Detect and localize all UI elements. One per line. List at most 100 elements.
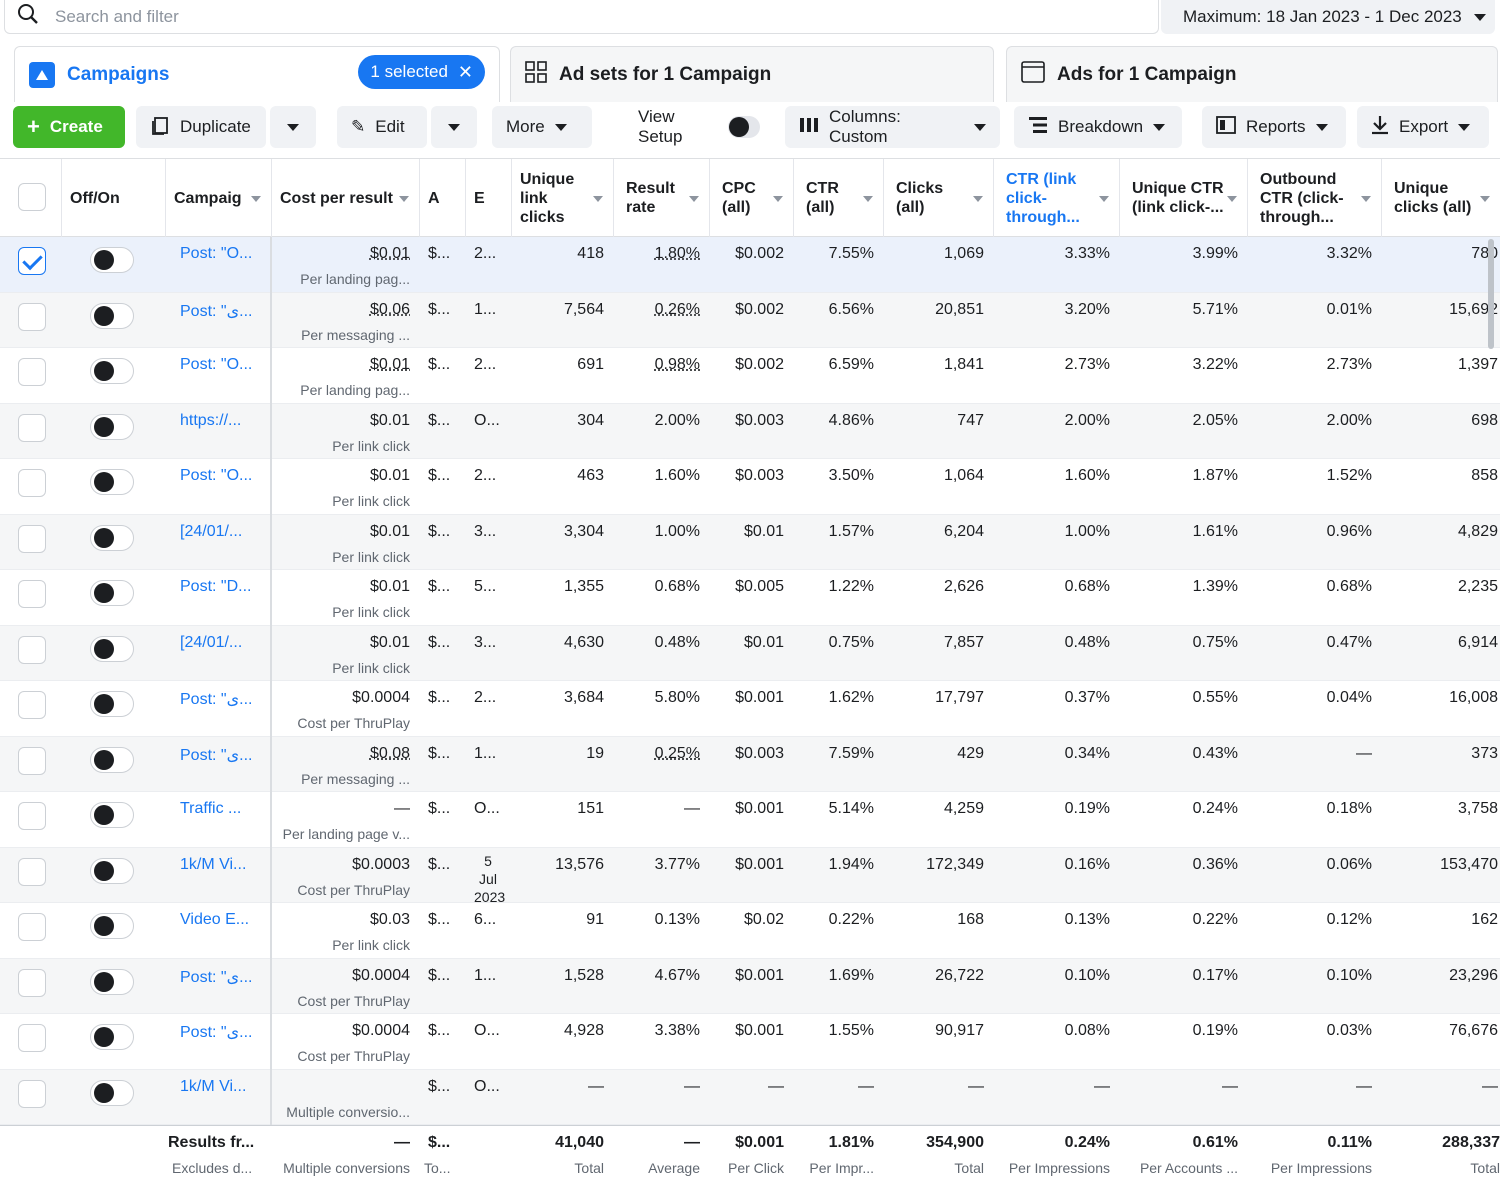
row-checkbox[interactable] xyxy=(18,969,46,997)
campaign-toggle[interactable] xyxy=(90,247,134,273)
table-row[interactable]: Post: "O... $0.01 Per landing pag... $... 2.… xyxy=(0,237,1500,293)
edit-dropdown[interactable] xyxy=(431,106,477,148)
table-row[interactable]: Traffic ... — Per landing page v... $... O..… xyxy=(0,792,1500,848)
campaign-name-link[interactable]: https://... xyxy=(180,412,260,430)
row-checkbox[interactable] xyxy=(18,858,46,886)
table-row[interactable]: Post: "D... $0.01 Per link click $... 5... 1,… xyxy=(0,570,1500,626)
campaign-name-link[interactable]: Post: "ی... xyxy=(180,1022,260,1042)
campaign-name-link[interactable]: 1k/M Vi... xyxy=(180,1078,260,1096)
table-row[interactable]: Video E... $0.03 Per link click $... 6... 91 0… xyxy=(0,903,1500,959)
table-row[interactable]: Post: "O... $0.01 Per link click $... 2... 46… xyxy=(0,459,1500,515)
row-checkbox[interactable] xyxy=(18,303,46,331)
duplicate-button[interactable]: Duplicate xyxy=(136,106,266,148)
col-header-cost-per-result[interactable]: Cost per result xyxy=(272,159,420,237)
reports-button[interactable]: Reports xyxy=(1202,106,1346,148)
campaign-name-link[interactable]: Post: "O... xyxy=(180,245,260,263)
col-header-offon[interactable]: Off/On xyxy=(62,159,166,237)
col-header-result-rate[interactable]: Result rate xyxy=(614,159,710,237)
search-input[interactable] xyxy=(53,6,653,28)
view-setup-toggle[interactable]: View Setup xyxy=(624,106,774,148)
campaign-toggle[interactable] xyxy=(90,414,134,440)
tab-adsets[interactable]: Ad sets for 1 Campaign xyxy=(510,46,994,102)
table-row[interactable]: [24/01/... $0.01 Per link click $... 3... 4,6… xyxy=(0,626,1500,682)
row-checkbox[interactable] xyxy=(18,580,46,608)
row-checkbox[interactable] xyxy=(18,414,46,442)
campaign-toggle[interactable] xyxy=(90,580,134,606)
campaign-toggle[interactable] xyxy=(90,358,134,384)
table-row[interactable]: Post: "ی... $0.06 Per messaging ... $... 1..… xyxy=(0,293,1500,349)
campaign-name-link[interactable]: Post: "D... xyxy=(180,578,260,596)
campaign-name-link[interactable]: Video E... xyxy=(180,911,260,929)
col-header-ends[interactable]: E xyxy=(466,159,512,237)
campaign-toggle[interactable] xyxy=(90,303,134,329)
tab-ads[interactable]: Ads for 1 Campaign xyxy=(1006,46,1498,102)
campaign-name-link[interactable]: 1k/M Vi... xyxy=(180,856,260,874)
table-row[interactable]: 1k/M Vi... Multiple conversio... $... O... —… xyxy=(0,1070,1500,1126)
campaign-toggle[interactable] xyxy=(90,525,134,551)
more-button[interactable]: More xyxy=(492,106,592,148)
select-all-checkbox[interactable] xyxy=(18,183,46,211)
table-row[interactable]: https://... $0.01 Per link click $... O... 30… xyxy=(0,404,1500,460)
campaign-name-link[interactable]: [24/01/... xyxy=(180,634,260,652)
campaign-name-link[interactable]: Post: "ی... xyxy=(180,689,260,709)
date-range-picker[interactable]: Maximum: 18 Jan 2023 - 1 Dec 2023 xyxy=(1161,0,1495,34)
campaign-name-link[interactable]: Traffic ... xyxy=(180,800,260,818)
table-row[interactable]: Post: "ی... $0.0004 Cost per ThruPlay $... O… xyxy=(0,1014,1500,1070)
columns-button[interactable]: Columns: Custom xyxy=(785,106,1000,148)
row-checkbox[interactable] xyxy=(18,247,46,275)
close-icon[interactable]: ✕ xyxy=(458,62,473,83)
row-checkbox[interactable] xyxy=(18,525,46,553)
row-checkbox[interactable] xyxy=(18,636,46,664)
breakdown-button[interactable]: Breakdown xyxy=(1014,106,1182,148)
campaign-name-link[interactable]: Post: "ی... xyxy=(180,301,260,321)
campaign-toggle[interactable] xyxy=(90,969,134,995)
table-row[interactable]: [24/01/... $0.01 Per link click $... 3... 3,3… xyxy=(0,515,1500,571)
table-row[interactable]: Post: "ی... $0.0004 Cost per ThruPlay $... 2… xyxy=(0,681,1500,737)
export-button[interactable]: Export xyxy=(1357,106,1489,148)
campaign-name-link[interactable]: Post: "ی... xyxy=(180,745,260,765)
table-row[interactable]: Post: "ی... $0.08 Per messaging ... $... 1..… xyxy=(0,737,1500,793)
table-row[interactable]: Post: "ی... $0.0004 Cost per ThruPlay $... 1… xyxy=(0,959,1500,1015)
table-row[interactable]: 1k/M Vi... $0.0003 Cost per ThruPlay $... 5 … xyxy=(0,848,1500,904)
edit-button[interactable]: ✎ Edit xyxy=(337,106,427,148)
row-checkbox[interactable] xyxy=(18,802,46,830)
row-checkbox[interactable] xyxy=(18,358,46,386)
campaign-toggle[interactable] xyxy=(90,469,134,495)
table-row[interactable]: Post: "O... $0.01 Per landing pag... $... 2.… xyxy=(0,348,1500,404)
campaign-toggle[interactable] xyxy=(90,802,134,828)
row-checkbox[interactable] xyxy=(18,913,46,941)
col-header-campaign[interactable]: Campaig xyxy=(166,159,272,237)
campaign-toggle[interactable] xyxy=(90,858,134,884)
campaign-name-link[interactable]: Post: "O... xyxy=(180,356,260,374)
campaign-toggle[interactable] xyxy=(90,1080,134,1106)
campaign-toggle[interactable] xyxy=(90,636,134,662)
row-checkbox[interactable] xyxy=(18,469,46,497)
campaign-toggle[interactable] xyxy=(90,1024,134,1050)
col-header-cpc[interactable]: CPC (all) xyxy=(710,159,794,237)
tab-campaigns[interactable]: Campaigns 1 selected ✕ xyxy=(14,46,500,102)
col-header-unique-ctr[interactable]: Unique CTR (link click-... xyxy=(1120,159,1248,237)
col-header-ctr[interactable]: CTR (all) xyxy=(794,159,884,237)
col-header-amount[interactable]: A xyxy=(420,159,466,237)
selected-pill[interactable]: 1 selected ✕ xyxy=(358,55,485,89)
campaign-name-link[interactable]: [24/01/... xyxy=(180,523,260,541)
campaign-toggle[interactable] xyxy=(90,691,134,717)
duplicate-dropdown[interactable] xyxy=(270,106,316,148)
col-header-ctr-link[interactable]: CTR (link click-through... xyxy=(994,159,1120,237)
campaign-toggle[interactable] xyxy=(90,913,134,939)
row-checkbox[interactable] xyxy=(18,691,46,719)
create-button[interactable]: + Create xyxy=(13,106,125,148)
col-header-unique-clicks[interactable]: Unique clicks (all) xyxy=(1382,159,1500,237)
campaign-name-link[interactable]: Post: "O... xyxy=(180,467,260,485)
col-header-clicks[interactable]: Clicks (all) xyxy=(884,159,994,237)
col-header-unique-link-clicks[interactable]: Unique link clicks xyxy=(512,159,614,237)
row-checkbox[interactable] xyxy=(18,1024,46,1052)
row-checkbox[interactable] xyxy=(18,747,46,775)
row-checkbox[interactable] xyxy=(18,1080,46,1108)
search-bar[interactable] xyxy=(4,0,1159,34)
campaign-name-link[interactable]: Post: "ی... xyxy=(180,967,260,987)
col-header-outbound-ctr[interactable]: Outbound CTR (click-through... xyxy=(1248,159,1382,237)
view-setup-switch[interactable] xyxy=(728,116,760,138)
vertical-scrollbar[interactable] xyxy=(1488,239,1494,349)
campaign-toggle[interactable] xyxy=(90,747,134,773)
